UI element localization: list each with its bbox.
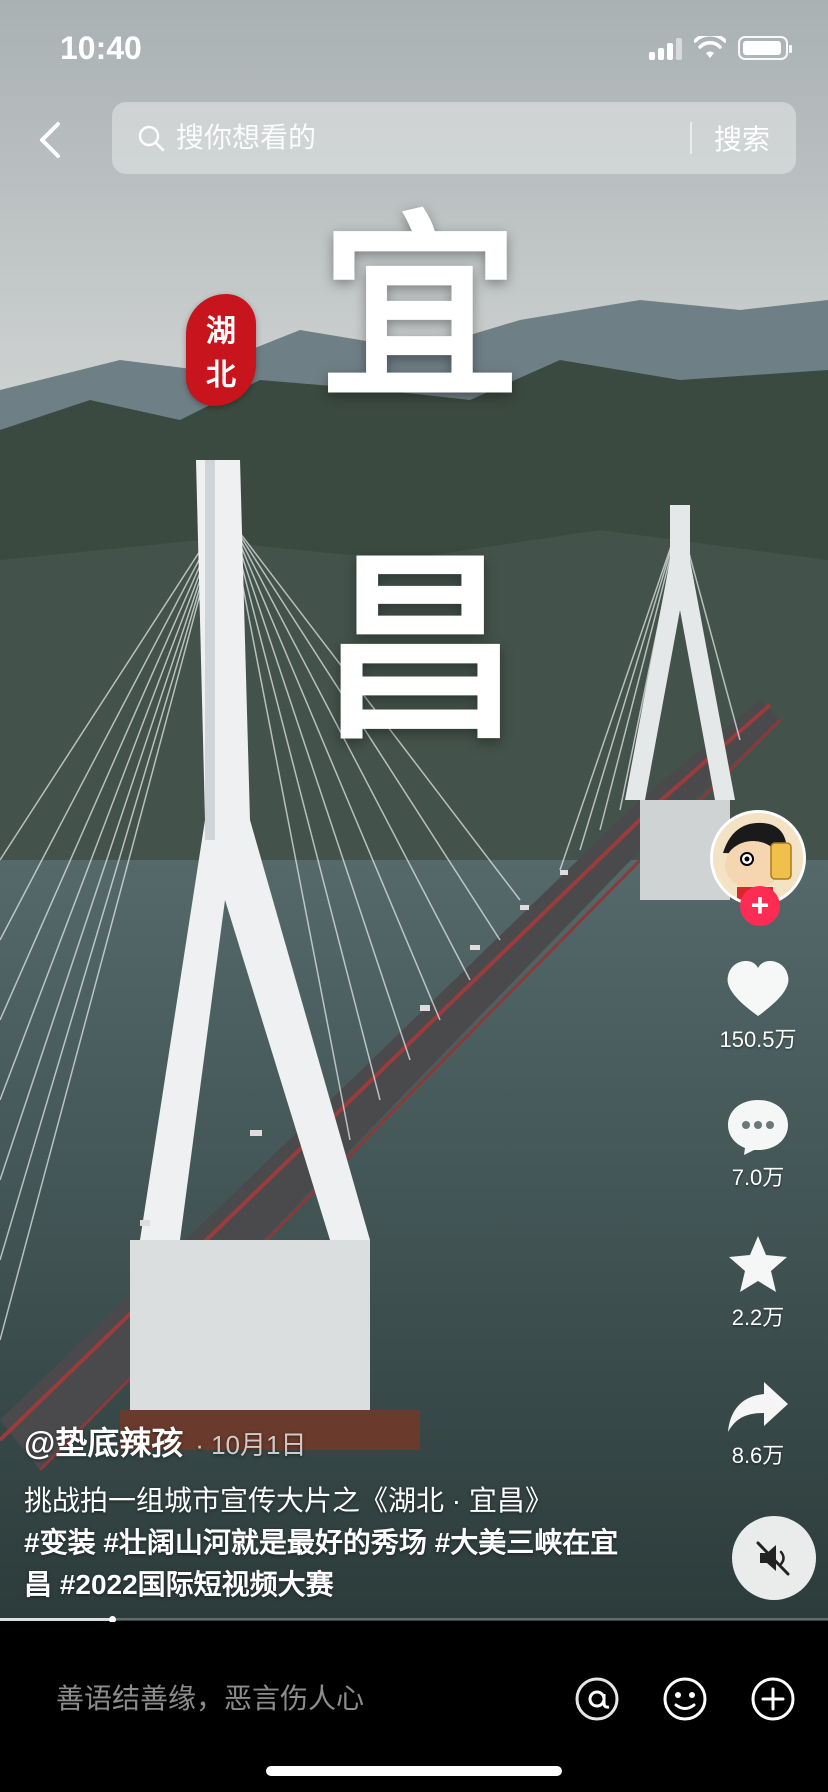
share-count: 8.6万 — [731, 1443, 785, 1468]
post-date: · 10月1日 — [195, 1430, 307, 1460]
search-input[interactable] — [174, 121, 690, 155]
hubei-seal: 湖 北 — [186, 294, 256, 406]
author-line: @垫底辣孩 · 10月1日 — [24, 1418, 306, 1464]
speaker-muted-icon — [756, 1541, 790, 1576]
playback-progress[interactable] — [0, 1616, 828, 1623]
heart-icon — [727, 961, 789, 1016]
author-avatar-group: + — [710, 810, 806, 926]
back-button[interactable] — [30, 118, 74, 162]
search-bar[interactable]: 搜索 — [112, 102, 796, 174]
mute-toggle-button[interactable] — [732, 1516, 816, 1600]
hashtag-link[interactable]: #变装 — [24, 1527, 96, 1558]
search-icon — [138, 125, 165, 152]
signal-icon — [649, 36, 682, 60]
status-time: 10:40 — [60, 30, 142, 66]
share-button[interactable]: 8.6万 — [698, 1380, 818, 1470]
caption-text: 挑战拍一组城市宣传大片之《湖北 · 宜昌》 — [24, 1485, 553, 1516]
like-button[interactable]: 150.5万 — [698, 960, 818, 1054]
hashtag-link[interactable]: #2022国际短视频大赛 — [60, 1569, 334, 1600]
comment-input[interactable] — [54, 1682, 538, 1716]
video-player[interactable]: 10:40 搜索 湖 北 宜 昌 @垫底辣 — [0, 0, 828, 1620]
add-icon[interactable] — [748, 1674, 798, 1724]
title-char: 宜 — [319, 192, 520, 427]
comment-icon — [728, 1100, 788, 1155]
star-icon — [729, 1236, 787, 1292]
comment-button[interactable]: 7.0万 — [698, 1098, 818, 1192]
video-title-art: 宜 昌 — [300, 210, 540, 890]
seal-char: 湖 — [206, 314, 236, 349]
follow-button[interactable]: + — [740, 886, 780, 926]
emoji-icon[interactable] — [660, 1674, 710, 1724]
author-handle[interactable]: @垫底辣孩 — [24, 1425, 183, 1461]
title-char: 昌 — [319, 532, 520, 767]
hashtag-link[interactable]: #壮阔山河就是最好的秀场 — [103, 1527, 427, 1558]
search-button[interactable]: 搜索 — [692, 118, 796, 158]
status-bar: 10:40 — [0, 0, 828, 100]
status-icons — [649, 36, 792, 60]
wifi-icon — [694, 36, 726, 58]
battery-icon — [738, 36, 792, 60]
like-count: 150.5万 — [719, 1027, 797, 1052]
share-arrow-icon — [728, 1382, 788, 1432]
seal-char: 北 — [206, 358, 236, 393]
video-caption: 挑战拍一组城市宣传大片之《湖北 · 宜昌》 #变装 #壮阔山河就是最好的秀场 #… — [24, 1480, 624, 1606]
favorite-button[interactable]: 2.2万 — [698, 1234, 818, 1332]
mention-icon[interactable] — [572, 1674, 622, 1724]
progress-fill — [0, 1618, 112, 1621]
favorite-count: 2.2万 — [731, 1305, 785, 1330]
home-indicator — [266, 1766, 562, 1776]
comment-count: 7.0万 — [731, 1165, 785, 1190]
